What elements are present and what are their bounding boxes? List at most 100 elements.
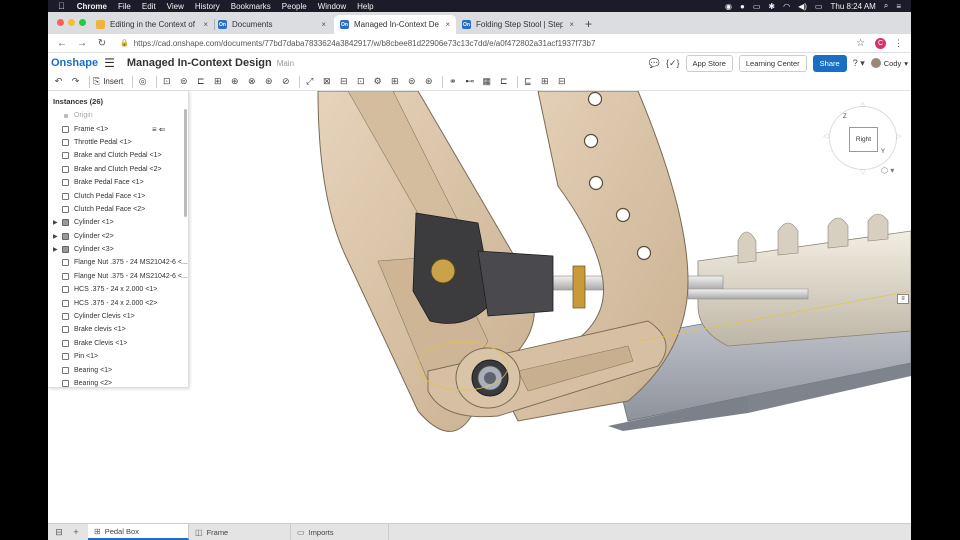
- expand-caret-icon[interactable]: ▶: [53, 246, 58, 253]
- instance-row[interactable]: HCS .375 - 24 x 2.000 <1>: [48, 283, 184, 296]
- hamburger-menu-icon[interactable]: ☰: [104, 56, 115, 70]
- relation-icon[interactable]: ⊡: [354, 75, 367, 88]
- rotate-left-icon[interactable]: ◁: [823, 132, 828, 140]
- tab-manager-icon[interactable]: ⊟: [53, 527, 65, 538]
- tangent-mate-icon[interactable]: ⤢: [303, 75, 316, 88]
- instance-row[interactable]: Throttle Pedal <1>: [48, 136, 184, 149]
- rotate-down-icon[interactable]: ▽: [860, 168, 865, 176]
- instance-row[interactable]: ▶ Cylinder <3>: [48, 243, 184, 256]
- instance-row[interactable]: Clutch Pedal Face <2>: [48, 203, 184, 216]
- profile-avatar[interactable]: C: [875, 37, 886, 49]
- instance-row[interactable]: Bearing <2>: [48, 377, 184, 387]
- measure-icon[interactable]: ⊷: [463, 75, 476, 88]
- notification-center-icon[interactable]: ≡: [896, 2, 901, 11]
- url-field[interactable]: 🔒 https://cad.onshape.com/documents/77bd…: [120, 39, 856, 48]
- rotate-up-icon[interactable]: △: [860, 100, 865, 108]
- mate-connector-icon[interactable]: ⊠: [320, 75, 333, 88]
- rack-pinion-icon[interactable]: ⊞: [388, 75, 401, 88]
- section-view-icon[interactable]: ▦: [480, 75, 493, 88]
- instance-row[interactable]: ▶ Cylinder <1>: [48, 216, 184, 229]
- instance-row[interactable]: Brake and Clutch Pedal <1>: [48, 149, 184, 162]
- instance-origin[interactable]: Origin: [48, 109, 184, 122]
- browser-tab-managed-in-context[interactable]: On Managed In-Context Design | ×: [334, 15, 456, 34]
- instance-row[interactable]: Brake Pedal Face <1>: [48, 176, 184, 189]
- instance-row[interactable]: Brake and Clutch Pedal <2>: [48, 163, 184, 176]
- explode-icon[interactable]: ⚭: [446, 75, 459, 88]
- right-panel-toggle-icon[interactable]: ≡: [897, 294, 909, 304]
- browser-tab-documents[interactable]: On Documents ×: [212, 15, 332, 34]
- cylindrical-mate-icon[interactable]: ⊕: [228, 75, 241, 88]
- menu-app-name[interactable]: Chrome: [77, 2, 107, 11]
- apple-icon[interactable]: : [58, 1, 65, 11]
- status-icon-3[interactable]: ▭: [753, 2, 761, 11]
- back-arrow-icon[interactable]: ←: [56, 38, 68, 49]
- menu-edit[interactable]: Edit: [142, 2, 156, 11]
- revolute-mate-icon[interactable]: ⊜: [177, 75, 190, 88]
- close-tab-icon[interactable]: ×: [445, 20, 450, 29]
- pin-slot-mate-icon[interactable]: ⊗: [245, 75, 258, 88]
- onshape-logo[interactable]: Onshape: [51, 57, 98, 69]
- forward-arrow-icon[interactable]: →: [76, 38, 88, 49]
- instance-row[interactable]: Clutch Pedal Face <1>: [48, 189, 184, 202]
- battery-icon[interactable]: ▭: [815, 2, 823, 11]
- parallel-mate-icon[interactable]: ⊘: [279, 75, 292, 88]
- menu-file[interactable]: File: [118, 2, 131, 11]
- zoom-window-button[interactable]: [79, 19, 86, 26]
- share-button[interactable]: Share: [812, 54, 847, 72]
- master-cylinder[interactable]: [697, 213, 911, 347]
- close-tab-icon[interactable]: ×: [569, 20, 574, 29]
- instances-panel[interactable]: Instances (26) Origin Frame <1> ≡ ⇐ Throttl…: [48, 91, 189, 388]
- linear-relation-icon[interactable]: ⊛: [422, 75, 435, 88]
- menu-bookmarks[interactable]: Bookmarks: [231, 2, 271, 11]
- fastened-mate-icon[interactable]: ⊡: [160, 75, 173, 88]
- rotate-right-icon[interactable]: ▷: [896, 132, 901, 140]
- instance-row[interactable]: Flange Nut .375 - 24 MS21042-6 <...: [48, 270, 188, 283]
- bluetooth-icon[interactable]: ✱: [768, 2, 775, 11]
- status-icon-1[interactable]: ◉: [725, 2, 732, 11]
- wifi-icon[interactable]: ◠: [783, 2, 790, 11]
- learning-center-button[interactable]: Learning Center: [738, 54, 807, 72]
- instance-row[interactable]: Brake Clevis <1>: [48, 337, 184, 350]
- bom-icon[interactable]: ⊟: [555, 75, 568, 88]
- instance-row[interactable]: Pin <1>: [48, 350, 184, 363]
- close-tab-icon[interactable]: ×: [203, 20, 208, 29]
- undo-icon[interactable]: ↶: [52, 75, 65, 88]
- menubar-clock[interactable]: Thu 8:24 AM: [830, 2, 875, 11]
- view-cube-face[interactable]: Right: [849, 127, 878, 152]
- instances-scrollbar[interactable]: [184, 109, 187, 217]
- instance-row[interactable]: Brake clevis <1>: [48, 323, 184, 336]
- gear-relation-icon[interactable]: ⚙: [371, 75, 384, 88]
- bookmark-star-icon[interactable]: ☆: [856, 38, 865, 49]
- app-store-button[interactable]: App Store: [685, 54, 733, 72]
- screw-relation-icon[interactable]: ⊜: [405, 75, 418, 88]
- instance-row[interactable]: HCS .375 - 24 x 2.000 <2>: [48, 296, 184, 309]
- group-icon[interactable]: ⊟: [337, 75, 350, 88]
- add-tab-icon[interactable]: +: [70, 527, 82, 537]
- insert-button[interactable]: ⎘ Insert: [93, 76, 123, 87]
- instance-row[interactable]: Frame <1> ≡ ⇐: [48, 122, 184, 135]
- row-controls-icon[interactable]: ≡ ⇐: [152, 125, 166, 134]
- instance-row[interactable]: Cylinder Clevis <1>: [48, 310, 184, 323]
- menu-window[interactable]: Window: [318, 2, 346, 11]
- instance-row[interactable]: ▶ Cylinder <2>: [48, 230, 184, 243]
- menu-view[interactable]: View: [167, 2, 184, 11]
- replicate-icon[interactable]: ◎: [136, 75, 149, 88]
- menu-help[interactable]: Help: [357, 2, 373, 11]
- ball-mate-icon[interactable]: ⊛: [262, 75, 275, 88]
- new-tab-button[interactable]: +: [585, 17, 592, 31]
- tab-imports[interactable]: ▭ Imports: [291, 524, 389, 540]
- document-title[interactable]: Managed In-Context Design: [127, 57, 272, 69]
- view-options-icon[interactable]: ⬡ ▾: [881, 166, 894, 175]
- reload-icon[interactable]: ↻: [96, 38, 108, 49]
- volume-icon[interactable]: ◀): [798, 2, 807, 11]
- instance-row[interactable]: Flange Nut .375 - 24 MS21042-6 <...: [48, 256, 188, 269]
- slider-mate-icon[interactable]: ⊏: [194, 75, 207, 88]
- browser-tab-editing-context[interactable]: Editing in the Context of the A ×: [90, 15, 214, 34]
- tab-pedal-box[interactable]: ⊞ Pedal Box: [88, 524, 189, 540]
- close-window-button[interactable]: [57, 19, 64, 26]
- tab-frame[interactable]: ◫ Frame: [189, 524, 291, 540]
- browser-tab-folding-step-stool[interactable]: On Folding Step Stool | Step Sto ×: [456, 15, 580, 34]
- document-branch[interactable]: Main: [277, 59, 294, 68]
- expand-caret-icon[interactable]: ▶: [53, 219, 58, 226]
- instance-row[interactable]: Bearing <1>: [48, 363, 184, 376]
